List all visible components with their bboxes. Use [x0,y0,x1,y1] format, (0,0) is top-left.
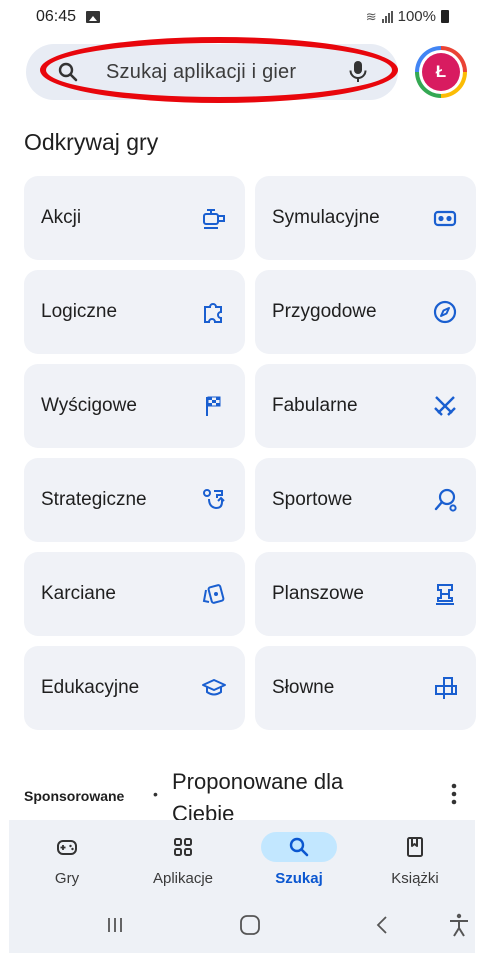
playing-cards-icon [201,581,227,607]
chess-rook-icon [432,581,458,607]
category-tile-akcji[interactable]: Akcji [24,176,245,260]
nav-label: Szukaj [275,870,323,887]
recent-apps-icon[interactable] [101,912,129,938]
status-time: 06:45 [36,8,77,25]
home-icon[interactable] [236,912,264,938]
bottom-navigation: Gry Aplikacje Szukaj Książki [9,820,475,896]
separator-dot: • [153,786,158,802]
category-label: Słowne [272,677,335,698]
nav-item-szukaj[interactable]: Szukaj [241,820,357,896]
nav-item-gry[interactable]: Gry [9,820,125,896]
puzzle-icon [201,299,227,325]
category-label: Symulacyjne [272,207,380,228]
system-navigation-bar [9,896,475,953]
signal-icon [381,10,393,23]
category-tile-edukacyjne[interactable]: Edukacyjne [24,646,245,730]
category-tile-planszowe[interactable]: Planszowe [255,552,476,636]
avatar-letter: Ł [422,53,460,91]
search-bar[interactable]: Szukaj aplikacji i gier [26,44,398,100]
category-tile-sportowe[interactable]: Sportowe [255,458,476,542]
gamepad-icon [29,832,105,862]
category-tile-slowne[interactable]: Słowne [255,646,476,730]
search-input[interactable]: Szukaj aplikacji i gier [106,61,296,84]
nav-label: Gry [54,870,80,887]
more-options-icon[interactable] [448,780,460,808]
category-label: Logiczne [41,301,118,322]
category-tile-wyscigowe[interactable]: Wyścigowe [24,364,245,448]
status-bar: 06:45 ≋ 100% [0,0,483,34]
wifi-icon: ≋ [365,8,377,24]
sponsored-label: Sponsorowane [24,788,125,804]
category-label: Akcji [41,207,82,228]
category-tile-przygodowe[interactable]: Przygodowe [255,270,476,354]
battery-icon [441,10,449,23]
nav-item-ksiazki[interactable]: Książki [357,820,473,896]
category-label: Sportowe [272,489,353,510]
checkered-flag-icon [201,393,227,419]
battery-percent: 100% [397,8,436,25]
category-label: Karciane [41,583,116,604]
strategy-icon [201,487,227,513]
avatar[interactable]: Ł [415,46,467,98]
category-tile-symulacyjne[interactable]: Symulacyjne [255,176,476,260]
word-tiles-icon [432,675,458,701]
bookmark-book-icon [377,832,453,862]
category-label: Planszowe [272,583,364,604]
microphone-icon[interactable] [346,59,370,85]
gallery-notification-icon [86,11,100,23]
category-label: Wyścigowe [41,395,137,416]
search-icon [261,832,337,862]
action-game-icon [201,205,227,231]
search-icon [56,60,80,84]
category-label: Edukacyjne [41,677,140,698]
crossed-swords-icon [432,393,458,419]
category-label: Strategiczne [41,489,147,510]
category-label: Przygodowe [272,301,377,322]
category-tile-karciane[interactable]: Karciane [24,552,245,636]
back-icon[interactable] [369,912,397,938]
category-grid: Akcji Symulacyjne Logiczne Przygodowe Wy… [24,176,476,730]
vr-headset-icon [432,205,458,231]
graduation-cap-icon [201,675,227,701]
compass-icon [432,299,458,325]
nav-item-aplikacje[interactable]: Aplikacje [125,820,241,896]
accessibility-icon[interactable] [445,912,473,938]
nav-label: Książki [391,870,439,887]
status-indicators: ≋ 100% [366,8,449,25]
sports-racket-icon [432,487,458,513]
category-tile-logiczne[interactable]: Logiczne [24,270,245,354]
category-label: Fabularne [272,395,358,416]
category-tile-fabularne[interactable]: Fabularne [255,364,476,448]
apps-grid-icon [145,832,221,862]
page-title: Odkrywaj gry [24,129,159,155]
category-tile-strategiczne[interactable]: Strategiczne [24,458,245,542]
nav-label: Aplikacje [152,870,214,887]
